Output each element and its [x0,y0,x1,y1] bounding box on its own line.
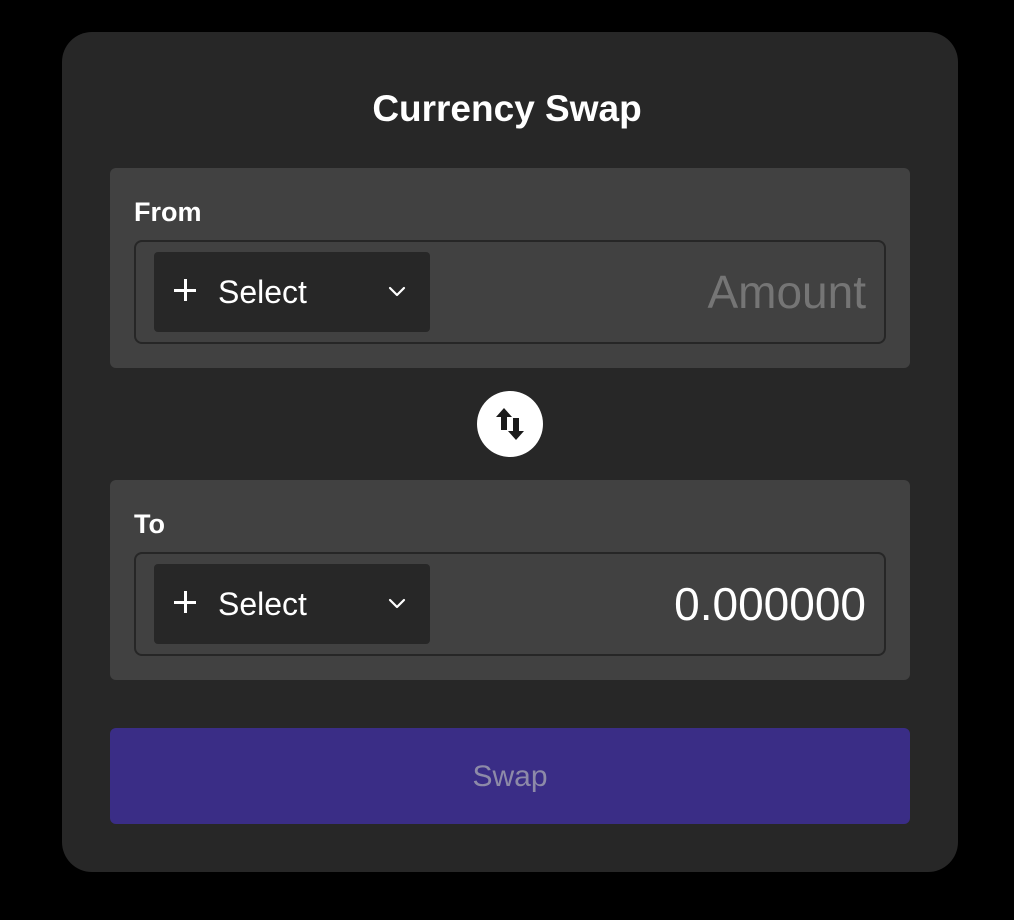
from-currency-select[interactable]: Select [154,252,430,332]
from-label: From [134,197,202,227]
page-title: Currency Swap [372,88,642,129]
swap-vertical-icon [496,408,524,440]
to-label: To [134,509,165,539]
to-input-row: Select 0.000000 [134,552,886,656]
swap-direction-button[interactable] [477,391,543,457]
to-amount-output: 0.000000 [674,578,866,630]
from-panel: From Select [110,168,910,368]
chevron-down-icon [388,286,406,297]
swap-button[interactable]: Swap [110,728,910,824]
to-currency-select[interactable]: Select [154,564,430,644]
to-select-label: Select [218,586,307,622]
to-panel: To Select 0.000000 [110,480,910,680]
from-input-row: Select [134,240,886,344]
plus-icon [174,591,196,613]
plus-icon [174,279,196,301]
from-amount-input[interactable] [466,264,866,320]
from-select-label: Select [218,274,307,310]
chevron-down-icon [388,598,406,609]
